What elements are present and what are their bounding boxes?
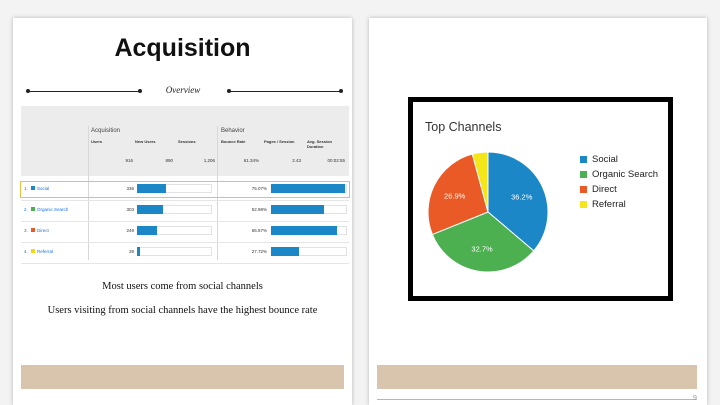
table-row[interactable]: 2. Organic Search 303 52.98%: [21, 200, 349, 221]
group-behavior: Behavior: [221, 128, 245, 134]
rule-dot: [138, 89, 142, 93]
bounce-rate-value: 52.98%: [251, 207, 267, 212]
legend-label: Direct: [592, 184, 617, 195]
col-sessions[interactable]: Sessions: [178, 139, 196, 144]
pie-data-label: 36.2%: [511, 192, 533, 201]
channel-color-swatch: [31, 228, 35, 232]
row-index: 3.: [24, 228, 28, 233]
bounce-rate-bar: [271, 226, 338, 235]
legend-label: Referral: [592, 199, 626, 210]
bounce-rate-value: 66.57%: [251, 228, 267, 233]
col-pages-session[interactable]: Pages / Session: [264, 139, 294, 144]
left-slide: Acquisition Overview Acquisition Behavio…: [13, 18, 352, 405]
legend-swatch: [580, 201, 587, 208]
caption-2: Users visiting from social channels have…: [47, 305, 318, 316]
legend-label: Social: [592, 154, 618, 165]
new-users-bar: [137, 247, 140, 256]
footer-rule: [377, 399, 697, 400]
rule-line-right: [229, 91, 341, 92]
legend-swatch: [580, 171, 587, 178]
social-row-highlight: [20, 181, 350, 198]
group-acquisition: Acquisition: [91, 128, 121, 134]
row-index: 4.: [24, 249, 28, 254]
rule-line-left: [28, 91, 140, 92]
users-value: 39: [128, 249, 134, 254]
channel-color-swatch: [31, 249, 35, 253]
page-number: 9: [693, 395, 697, 402]
section-subtitle: Overview: [165, 85, 201, 95]
top-channels-chart: Top Channels 36.2% 32.7% 26.9% Social Organ…: [408, 97, 673, 301]
total-new-users: 890: [165, 158, 173, 163]
legend-swatch: [580, 186, 587, 193]
pie-chart: 36.2% 32.7% 26.9%: [427, 151, 549, 273]
users-value: 249: [126, 228, 134, 233]
row-divider: [21, 263, 349, 264]
right-slide: Top Channels 36.2% 32.7% 26.9% Social Organ…: [369, 18, 707, 405]
footer-band: [21, 365, 344, 389]
users-value: 303: [126, 207, 134, 212]
total-sessions: 1,206: [203, 158, 215, 163]
col-avg-duration[interactable]: Avg. Session Duration: [307, 139, 343, 149]
footer-band: [377, 365, 697, 389]
new-users-bar: [137, 205, 163, 214]
legend-label: Organic Search: [592, 169, 659, 180]
col-users[interactable]: Users: [91, 139, 102, 144]
channel-color-swatch: [31, 207, 35, 211]
rule-dot: [339, 89, 343, 93]
col-new-users[interactable]: New Users: [135, 139, 155, 144]
table-row[interactable]: 3. Direct 249 66.57%: [21, 221, 349, 242]
caption-1: Most users come from social channels: [102, 281, 263, 292]
pie-data-label: 26.9%: [444, 191, 466, 200]
total-pages: 2.43: [292, 158, 301, 163]
page-title: Acquisition: [114, 34, 251, 62]
total-bounce: 61.34%: [243, 158, 259, 163]
acquisition-table: Acquisition Behavior Users New Users Ses…: [20, 106, 350, 264]
bounce-rate-value: 27.72%: [251, 249, 267, 254]
total-duration: 00:02:55: [327, 158, 345, 163]
legend-swatch: [580, 156, 587, 163]
row-index: 2.: [24, 207, 28, 212]
table-row[interactable]: 4. Referral 39 27.72%: [21, 242, 349, 263]
col-bounce-rate[interactable]: Bounce Rate: [221, 139, 245, 144]
channel-link[interactable]: Direct: [37, 228, 49, 233]
bounce-rate-bar: [271, 247, 300, 256]
channel-link[interactable]: Referral: [37, 249, 53, 254]
bounce-rate-bar: [271, 205, 325, 214]
total-users: 916: [125, 158, 133, 163]
new-users-bar: [137, 226, 158, 235]
table-header: Acquisition Behavior Users New Users Ses…: [21, 106, 349, 176]
new-users-bar-track: [137, 247, 212, 256]
channel-link[interactable]: Organic Search: [37, 207, 68, 212]
pie-data-label: 32.7%: [471, 245, 493, 254]
